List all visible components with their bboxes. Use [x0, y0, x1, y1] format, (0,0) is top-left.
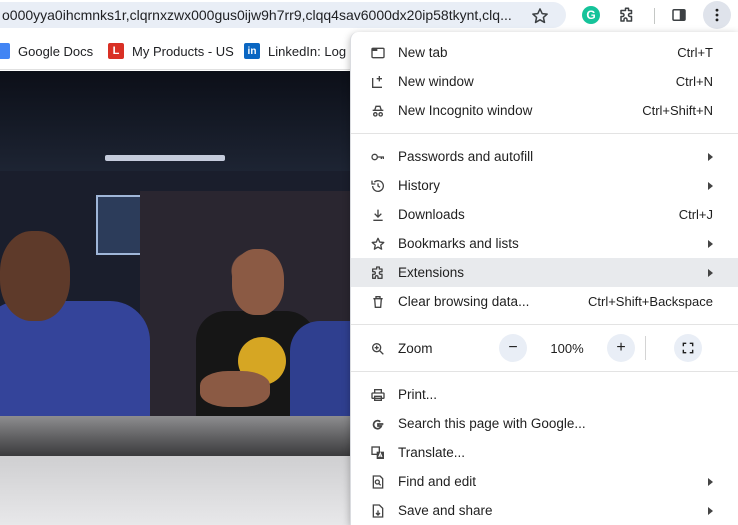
bookmark-google-docs[interactable]: Google Docs	[0, 42, 93, 60]
bookmark-label: LinkedIn: Log In	[268, 43, 361, 59]
video-light	[105, 155, 225, 161]
menu-item-new-window[interactable]: New window Ctrl+N	[351, 67, 738, 96]
bookmark-label: Google Docs	[18, 43, 94, 59]
menu-item-print[interactable]: Print...	[351, 380, 738, 409]
menu-label: Save and share	[398, 503, 493, 518]
zoom-value: 100%	[550, 341, 584, 356]
chrome-menu: New tab Ctrl+T New window Ctrl+N New Inc…	[350, 32, 738, 525]
menu-item-downloads[interactable]: Downloads Ctrl+J	[351, 200, 738, 229]
print-icon	[369, 386, 387, 404]
menu-shortcut: Ctrl+T	[677, 45, 713, 60]
menu-item-extensions[interactable]: Extensions	[351, 258, 738, 287]
menu-item-bookmarks-and-lists[interactable]: Bookmarks and lists	[351, 229, 738, 258]
save-share-icon	[369, 502, 387, 520]
new-window-icon	[369, 73, 387, 91]
extensions-puzzle-icon[interactable]	[616, 4, 638, 26]
menu-label: Translate...	[398, 445, 466, 460]
menu-label: Bookmarks and lists	[398, 236, 519, 251]
menu-shortcut: Ctrl+J	[678, 207, 713, 222]
menu-item-find-and-edit[interactable]: Find and edit	[351, 467, 738, 496]
linkedin-icon: in	[244, 43, 260, 59]
bookmark-label: My Products - US	[132, 43, 234, 59]
menu-label: New window	[398, 74, 474, 89]
submenu-arrow-icon	[708, 477, 713, 486]
download-icon	[369, 206, 387, 224]
side-panel-icon[interactable]	[668, 4, 690, 26]
star-icon[interactable]	[530, 6, 550, 26]
my-products-icon: L	[108, 43, 124, 59]
submenu-arrow-icon	[708, 268, 713, 277]
url-text[interactable]: o000yya0ihcmnks1r,clqrnxzwx000gus0ijw9h7…	[2, 7, 522, 23]
menu-label: Downloads	[398, 207, 465, 222]
fullscreen-button[interactable]	[674, 334, 702, 362]
address-bar: o000yya0ihcmnks1r,clqrnxzwx000gus0ijw9h7…	[0, 0, 738, 32]
google-g-icon	[369, 415, 387, 433]
history-icon	[369, 177, 387, 195]
zoom-divider	[645, 336, 646, 360]
menu-label: History	[398, 178, 441, 193]
zoom-in-button[interactable]: +	[607, 334, 635, 362]
bookmark-my-products[interactable]: L My Products - US	[108, 42, 234, 60]
incognito-icon	[369, 102, 387, 120]
menu-label: New Incognito window	[398, 103, 533, 118]
extensions-icon	[369, 264, 387, 282]
translate-icon	[369, 444, 387, 462]
more-menu-icon[interactable]	[703, 1, 731, 29]
video-desk	[0, 416, 350, 456]
submenu-arrow-icon	[708, 239, 713, 248]
menu-label: Search this page with Google...	[398, 416, 586, 431]
toolbar-divider	[654, 8, 655, 24]
trash-icon	[369, 293, 387, 311]
star-icon	[369, 235, 387, 253]
omnibox[interactable]: o000yya0ihcmnks1r,clqrnxzwx000gus0ijw9h7…	[0, 2, 566, 28]
video-left-man-head	[0, 231, 70, 321]
menu-shortcut: Ctrl+N	[675, 74, 713, 89]
video-floor	[0, 456, 350, 525]
zoom-label: Zoom	[398, 341, 433, 356]
bookmark-linkedin[interactable]: in LinkedIn: Log In	[244, 42, 361, 60]
menu-label: Clear browsing data...	[398, 294, 530, 309]
menu-item-new-incognito-window[interactable]: New Incognito window Ctrl+Shift+N	[351, 96, 738, 125]
menu-item-new-tab[interactable]: New tab Ctrl+T	[351, 38, 738, 67]
menu-label: New tab	[398, 45, 448, 60]
find-icon	[369, 473, 387, 491]
video-content[interactable]	[0, 71, 350, 525]
submenu-arrow-icon	[708, 181, 713, 190]
menu-label: Print...	[398, 387, 438, 402]
menu-label: Find and edit	[398, 474, 477, 489]
submenu-arrow-icon	[708, 152, 713, 161]
key-icon	[369, 148, 387, 166]
grammarly-letter: G	[582, 6, 600, 24]
menu-item-search-page-with-google[interactable]: Search this page with Google...	[351, 409, 738, 438]
menu-separator	[351, 133, 738, 134]
menu-separator	[351, 324, 738, 325]
zoom-icon	[369, 340, 387, 358]
menu-label: Extensions	[398, 265, 465, 280]
video-man-face	[232, 249, 284, 315]
google-docs-icon	[0, 43, 10, 59]
menu-item-translate[interactable]: Translate...	[351, 438, 738, 467]
menu-item-passwords-and-autofill[interactable]: Passwords and autofill	[351, 142, 738, 171]
grammarly-icon[interactable]: G	[580, 4, 602, 26]
menu-shortcut: Ctrl+Shift+N	[642, 103, 713, 118]
menu-shortcut: Ctrl+Shift+Backspace	[587, 294, 713, 309]
menu-item-history[interactable]: History	[351, 171, 738, 200]
menu-item-save-and-share[interactable]: Save and share	[351, 496, 738, 525]
menu-separator	[351, 371, 738, 372]
menu-item-clear-browsing-data[interactable]: Clear browsing data... Ctrl+Shift+Backsp…	[351, 287, 738, 316]
video-hand	[200, 371, 270, 407]
submenu-arrow-icon	[708, 506, 713, 515]
zoom-out-button[interactable]: −	[499, 334, 527, 362]
fullscreen-icon	[682, 342, 694, 354]
new-tab-icon	[369, 44, 387, 62]
menu-label: Passwords and autofill	[398, 149, 534, 164]
